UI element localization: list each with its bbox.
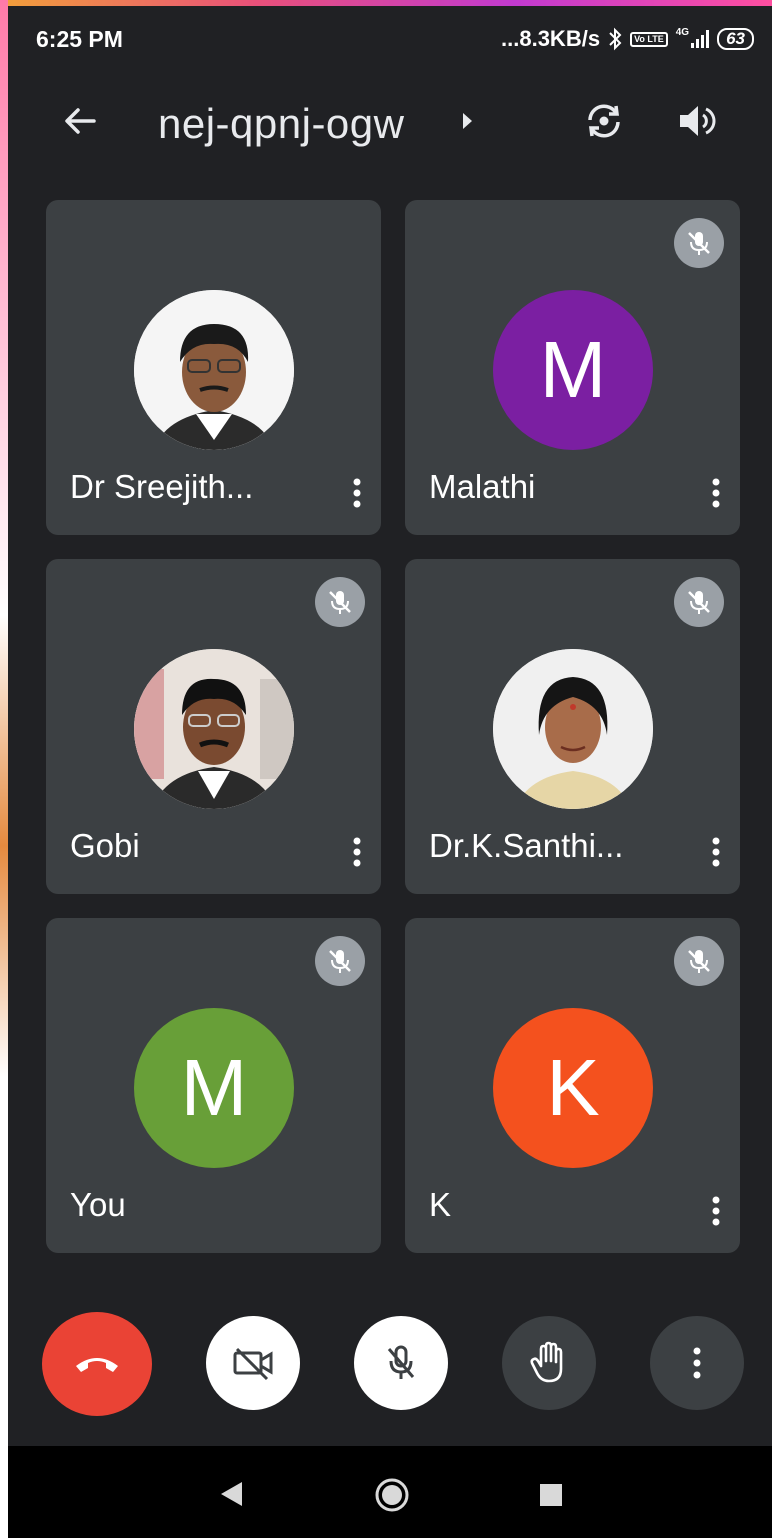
avatar-initial: K [546,1043,600,1132]
avatar: K [493,1008,653,1168]
meet-screen: 6:25 PM ...8.3KB/s Vo LTE 4G 63 nej-qpnj… [8,6,772,1538]
more-vert-icon[interactable] [706,1193,726,1229]
net-speed: ...8.3KB/s [501,26,601,51]
end-call-icon [76,1358,118,1372]
participant-tile[interactable]: M You [46,918,381,1253]
nav-recents-icon[interactable] [539,1483,563,1507]
status-time: 6:25 PM [36,26,123,52]
mic-off-icon [315,936,365,986]
participant-tile[interactable]: Gobi [46,559,381,894]
avatar [134,290,294,450]
participant-photo [134,290,294,450]
mic-off-icon [387,1345,415,1379]
avatar-initial: M [180,1043,248,1132]
end-call-button[interactable] [42,1312,152,1416]
participant-name: Malathi [429,468,536,505]
avatar: M [134,1008,294,1168]
participant-tile[interactable]: Dr Sreejith... [46,200,381,535]
mic-toggle-button[interactable] [354,1316,448,1410]
avatar-initial: M [539,325,607,414]
status-bar: 6:25 PM ...8.3KB/s Vo LTE 4G 63 [8,6,772,68]
camera-off-icon [233,1347,273,1381]
participant-tile[interactable]: M Malathi [405,200,740,535]
switch-camera-icon[interactable] [581,98,627,144]
caret-right-icon[interactable] [463,113,472,129]
mic-off-icon [674,936,724,986]
raise-hand-button[interactable] [502,1316,596,1410]
avatar [134,649,294,809]
participant-name: Dr.K.Santhi... [429,827,624,864]
status-right: ...8.3KB/s Vo LTE 4G 63 [501,26,754,52]
more-vert-icon[interactable] [347,834,367,870]
bluetooth-icon [609,27,622,51]
mic-off-icon [674,577,724,627]
more-vert-icon[interactable] [347,475,367,511]
raise-hand-icon [530,1341,563,1383]
volte-icon: Vo LTE [630,31,668,47]
frame-left-edge [0,0,8,1538]
participant-tile[interactable]: Dr.K.Santhi... [405,559,740,894]
more-vert-icon [693,1347,701,1379]
nav-back-icon[interactable] [218,1480,244,1508]
arrow-back-icon[interactable] [60,101,100,141]
more-vert-icon[interactable] [706,475,726,511]
mic-off-icon [315,577,365,627]
participant-name: You [70,1186,126,1223]
meeting-code[interactable]: nej-qpnj-ogw [158,100,404,148]
participant-name: K [429,1186,452,1223]
signal-icon: 4G [675,27,710,48]
more-options-button[interactable] [650,1316,744,1410]
participant-name: Gobi [70,827,140,864]
participant-photo [493,649,653,809]
camera-toggle-button[interactable] [206,1316,300,1410]
avatar [493,649,653,809]
network-type: 4G [675,27,690,38]
mic-off-icon [674,218,724,268]
participant-name: Dr Sreejith... [70,468,254,505]
volume-icon[interactable] [673,98,719,144]
signal-bars [691,30,710,48]
meeting-header: nej-qpnj-ogw [8,68,772,178]
system-nav-bar [8,1446,772,1538]
more-vert-icon[interactable] [706,834,726,870]
battery-icon: 63 [717,28,754,50]
nav-home-icon[interactable] [374,1477,410,1513]
avatar: M [493,290,653,450]
participant-photo [134,649,294,809]
participant-tile[interactable]: K K [405,918,740,1253]
